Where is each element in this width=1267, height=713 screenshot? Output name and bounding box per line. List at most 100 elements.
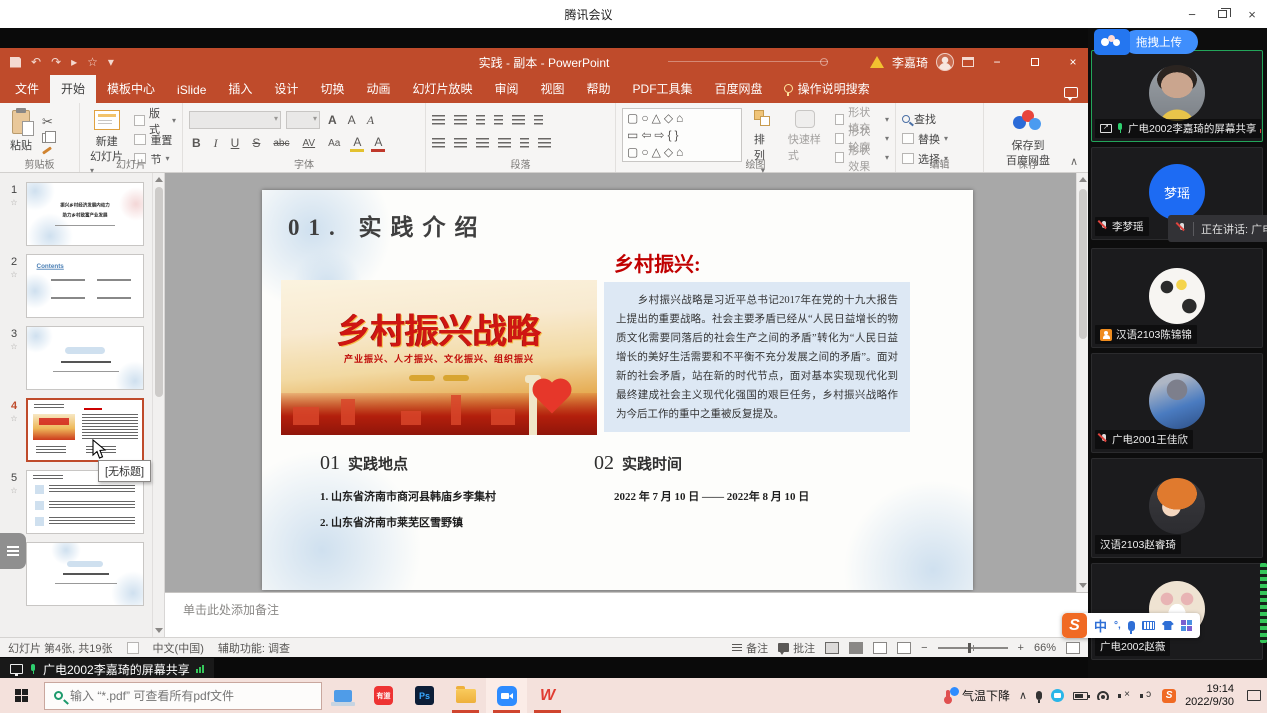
save-icon[interactable] — [10, 57, 21, 68]
scroll-up-icon[interactable] — [1079, 177, 1087, 182]
undo-icon[interactable]: ↶ — [31, 55, 41, 69]
video-tile[interactable]: 广电2001王佳欣 — [1091, 353, 1263, 453]
tab-animations[interactable]: 动画 — [355, 75, 401, 103]
tab-home[interactable]: 开始 — [50, 75, 96, 103]
comments-toggle[interactable]: 批注 — [778, 640, 815, 656]
highlight-color-button[interactable]: A — [350, 135, 364, 152]
replace-button[interactable]: 替换▾ — [902, 130, 977, 147]
thumbnail-slide-3[interactable] — [26, 326, 144, 390]
tell-me-search[interactable]: 操作说明搜索 — [774, 75, 880, 103]
thumbnail-item-3[interactable]: 3☆ — [4, 326, 162, 390]
input-mode-chinese[interactable]: 中 — [1094, 616, 1107, 635]
wifi-icon[interactable] — [1097, 691, 1109, 700]
meeting-side-toolbar-handle[interactable] — [0, 533, 26, 569]
thumbnail-item-6[interactable]: 6☆ — [4, 542, 162, 606]
strikethrough-button[interactable]: S — [249, 136, 263, 150]
accessibility-status[interactable]: 辅助功能: 调查 — [218, 640, 290, 656]
slideshow-icon[interactable]: ▸ — [71, 55, 77, 69]
font-size-combobox[interactable] — [286, 111, 320, 129]
tab-transitions[interactable]: 切换 — [309, 75, 355, 103]
search-input[interactable] — [70, 689, 290, 703]
slide-heading[interactable]: 乡村振兴: — [614, 248, 701, 277]
tab-islide[interactable]: iSlide — [166, 78, 217, 103]
layout-button[interactable]: 版式▾ — [134, 112, 176, 129]
tab-view[interactable]: 视图 — [530, 75, 576, 103]
video-tile-sharer[interactable]: 广电2002李嘉琦的屏幕共享 — [1091, 50, 1263, 142]
speaker-icon[interactable] — [1140, 691, 1153, 701]
thumbnail-slide-6[interactable] — [26, 542, 144, 606]
volume-muted-icon[interactable] — [1118, 691, 1131, 701]
columns-icon[interactable] — [520, 138, 529, 148]
tray-mic-icon[interactable] — [1036, 691, 1042, 700]
video-tile[interactable]: 广电2002赵薇 — [1091, 563, 1263, 660]
taskbar-item-tencent-meeting[interactable] — [486, 678, 527, 713]
zoom-slider[interactable] — [938, 647, 1008, 649]
slide-paragraph[interactable]: 乡村振兴战略是习近平总书记2017年在党的十九大报告上提出的重要战略。社会主要矛… — [604, 282, 910, 432]
clock[interactable]: 19:14 2022/9/30 — [1185, 683, 1234, 709]
battery-icon[interactable] — [1073, 692, 1088, 700]
bullets-icon[interactable] — [432, 115, 445, 125]
hidden-icons-chevron[interactable]: ∧ — [1019, 689, 1027, 702]
thumbnail-item-2[interactable]: 2☆ Contents — [4, 254, 162, 318]
taskbar-item-computer[interactable] — [322, 678, 363, 713]
font-color-button[interactable]: A — [371, 135, 385, 152]
copy-icon[interactable] — [42, 133, 51, 143]
current-slide[interactable]: 01. 实践介绍 乡村振兴战略 产业振兴、人才振兴、文化振兴、组织振兴 乡村振兴… — [262, 190, 973, 590]
account-name[interactable]: 李嘉琦 — [892, 54, 928, 71]
notes-toggle[interactable]: 备注 — [732, 640, 768, 656]
find-button[interactable]: 查找 — [902, 110, 977, 127]
toolbox-icon[interactable] — [1181, 620, 1192, 631]
taskbar-search[interactable] — [44, 682, 322, 710]
tab-baidu-netdisk[interactable]: 百度网盘 — [704, 75, 774, 103]
line-spacing-icon[interactable] — [512, 115, 525, 125]
char-spacing-button[interactable]: AV — [299, 138, 318, 149]
thumbnail-item-1[interactable]: 1☆ 振兴乡村经济发展内动力 助力乡村致富产业发展 — [4, 182, 162, 246]
location-line-1[interactable]: 1. 山东省济南市商河县韩庙乡李集村 — [320, 488, 496, 504]
shadow-button[interactable]: abc — [270, 138, 292, 149]
spellcheck-icon[interactable] — [127, 642, 139, 654]
tab-file[interactable]: 文件 — [4, 75, 50, 103]
tab-template-center[interactable]: 模板中心 — [96, 75, 166, 103]
paste-button[interactable]: 粘贴 — [6, 108, 36, 155]
reset-button[interactable]: 重置 — [134, 131, 176, 148]
language-indicator[interactable]: 中文(中国) — [153, 640, 204, 656]
sogou-logo-icon[interactable]: S — [1062, 613, 1087, 638]
practice-time-header[interactable]: 02实践时间 — [594, 452, 682, 475]
tab-pdf-tools[interactable]: PDF工具集 — [622, 75, 704, 103]
practice-location-header[interactable]: 01实践地点 — [320, 452, 408, 475]
ppt-restore-button[interactable] — [1020, 48, 1050, 76]
align-center-icon[interactable] — [454, 138, 467, 148]
format-painter-icon[interactable] — [42, 146, 52, 154]
taskbar-item-youdao[interactable]: 有道 — [363, 678, 404, 713]
underline-button[interactable]: U — [228, 136, 243, 150]
scrollbar-thumb[interactable] — [1079, 189, 1087, 339]
location-line-2[interactable]: 2. 山东省济南市莱芜区雪野镇 — [320, 514, 463, 530]
bold-button[interactable]: B — [189, 136, 204, 150]
thumbnail-scrollbar[interactable] — [152, 173, 164, 637]
zoom-slider-handle[interactable] — [968, 643, 971, 653]
ribbon-display-options-icon[interactable] — [962, 57, 974, 67]
change-case-button[interactable]: Aa — [325, 138, 343, 149]
sogou-input-toolbar[interactable]: S 中 °, — [1062, 613, 1200, 638]
start-button[interactable] — [0, 678, 44, 713]
video-tile[interactable]: 汉语2103赵睿琦 — [1091, 458, 1263, 558]
qat-dropdown-icon[interactable]: ▾ — [108, 55, 114, 69]
taskbar-item-wps[interactable]: W — [527, 678, 568, 713]
thumbnail-item-4[interactable]: 4☆ — [4, 398, 162, 462]
normal-view-button[interactable] — [825, 642, 839, 654]
tray-meeting-icon[interactable] — [1051, 689, 1064, 702]
numbering-icon[interactable] — [454, 115, 467, 125]
fit-to-window-button[interactable] — [1066, 642, 1080, 654]
shapes-gallery[interactable]: ▢○△◇⌂ ▭⇦⇨{} ▢○△◇⌂ — [622, 108, 742, 162]
thumbnail-slide-2[interactable]: Contents — [26, 254, 144, 318]
favorite-icon[interactable]: ☆ — [87, 55, 98, 69]
shrink-font-icon[interactable]: A — [345, 113, 359, 127]
punctuation-icon[interactable]: °, — [1114, 620, 1121, 631]
align-left-icon[interactable] — [432, 138, 445, 148]
skin-icon[interactable] — [1162, 621, 1174, 630]
align-right-icon[interactable] — [476, 138, 489, 148]
notes-pane[interactable]: 单击此处添加备注 — [165, 592, 1088, 637]
taskbar-item-explorer[interactable] — [445, 678, 486, 713]
slideshow-view-button[interactable] — [897, 642, 911, 654]
thumbnail-slide-1[interactable]: 振兴乡村经济发展内动力 助力乡村致富产业发展 — [26, 182, 144, 246]
